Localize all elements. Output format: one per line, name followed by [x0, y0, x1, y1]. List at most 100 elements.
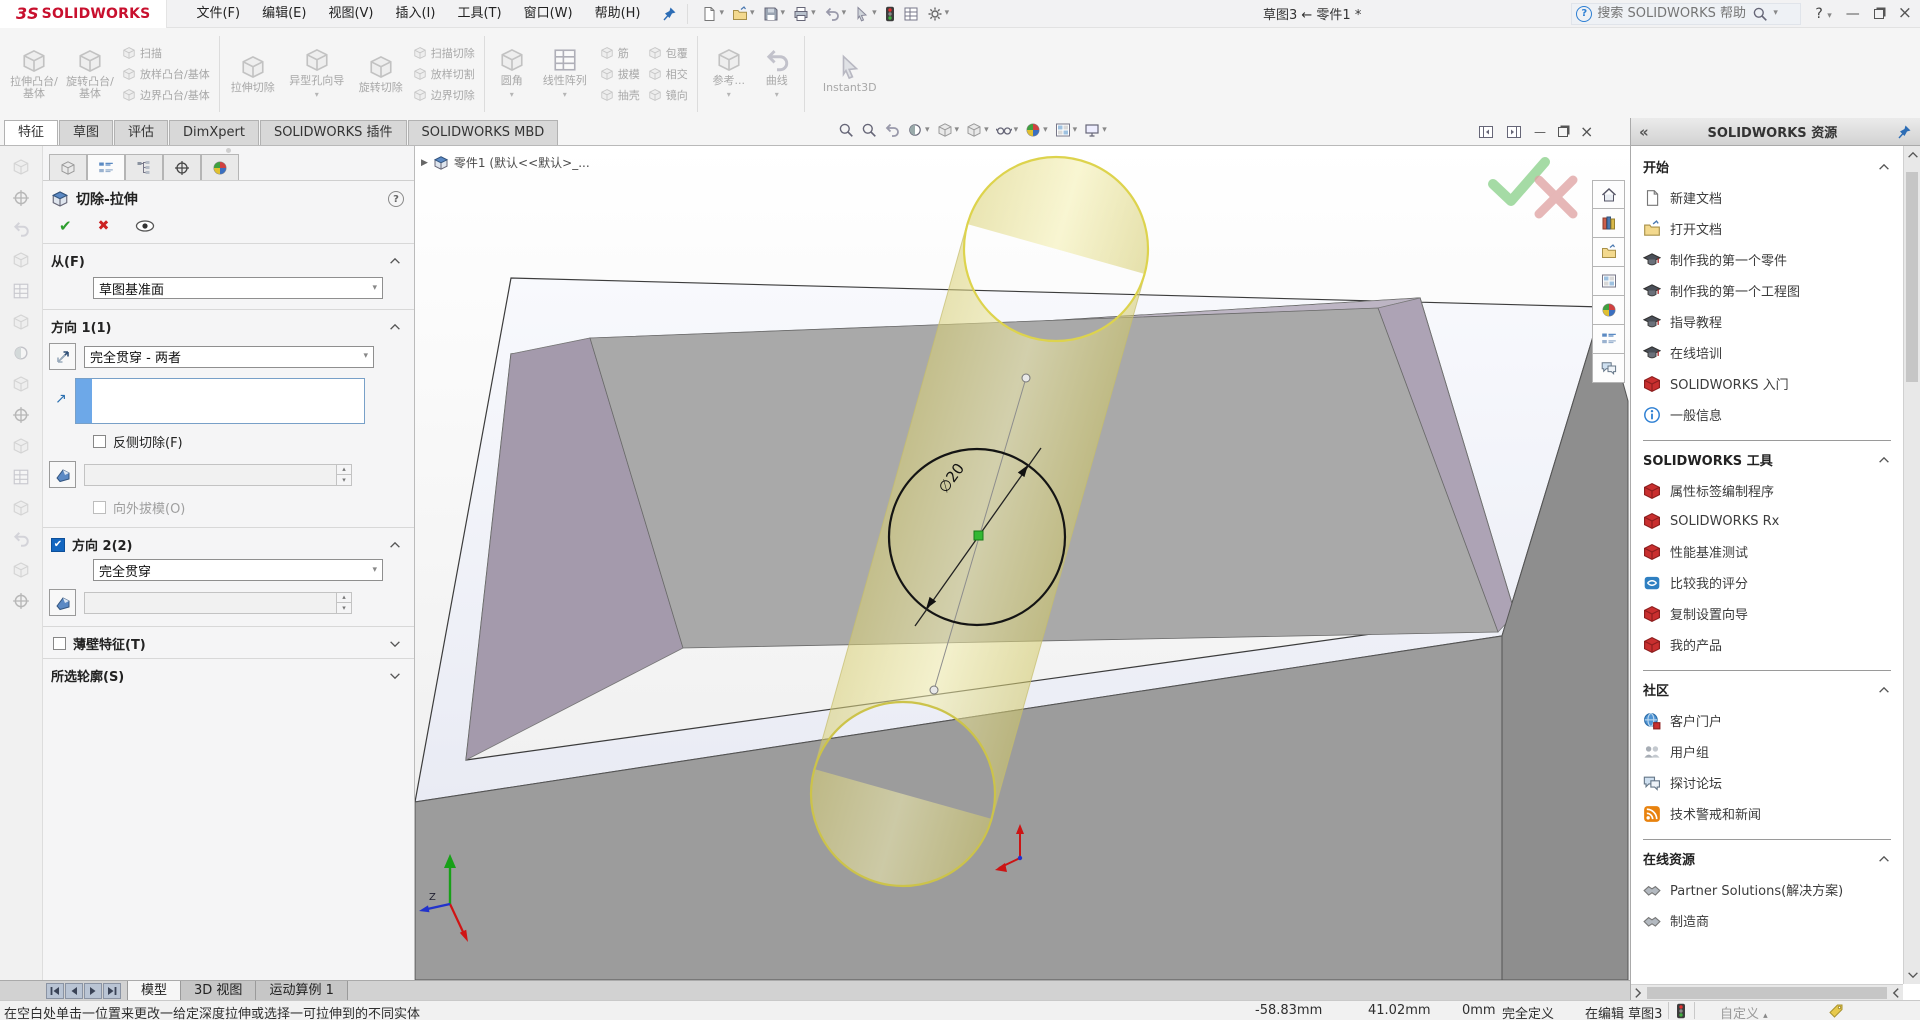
link-copy-settings-wizard[interactable]: 复制设置向导 [1631, 598, 1903, 629]
link-partner-solutions[interactable]: Partner Solutions(解决方案) [1631, 874, 1903, 905]
tab-sketch[interactable]: 草图 [59, 120, 113, 145]
new-document-button[interactable]: ▾ [698, 4, 727, 24]
edit-appearance-icon[interactable]: ▾ [1025, 122, 1048, 138]
previous-view-icon[interactable] [884, 122, 900, 138]
wrap-button[interactable]: 包覆 [648, 45, 688, 61]
link-introducing-solidworks[interactable]: SOLIDWORKS 入门 [1631, 368, 1903, 399]
tab-file-explorer[interactable] [1592, 238, 1625, 267]
task-pane-vertical-scrollbar[interactable] [1903, 146, 1920, 984]
options-button[interactable]: ▾ [924, 4, 953, 24]
link-performance-benchmark[interactable]: 性能基准测试 [1631, 536, 1903, 567]
section-selected-contours[interactable]: 所选轮廓(S) [43, 659, 414, 690]
section-direction1[interactable]: 方向 1(1) [43, 310, 414, 341]
flyout-arrow-icon[interactable]: ▶ [421, 158, 428, 168]
link-user-groups[interactable]: 用户组 [1631, 736, 1903, 767]
direction1-selection-box[interactable] [75, 378, 365, 424]
file-properties-button[interactable] [900, 4, 922, 24]
search-box[interactable]: ? ▾ [1571, 3, 1801, 25]
previous-tab-button[interactable] [65, 983, 83, 999]
select-button[interactable]: ▾ [851, 4, 880, 24]
menu-pin-icon[interactable] [661, 6, 677, 22]
lofted-boss-button[interactable]: 放样凸台/基体 [122, 66, 210, 82]
search-scope-caret-icon[interactable]: ▾ [1773, 9, 1778, 18]
chevron-up-icon[interactable] [388, 320, 402, 334]
tab-dimxpert-manager[interactable] [163, 154, 201, 180]
panel-splitter[interactable] [43, 146, 414, 154]
chevron-up-icon[interactable] [1877, 852, 1891, 866]
menu-view[interactable]: 视图(V) [317, 0, 384, 28]
left-toolbar-icon[interactable] [12, 344, 30, 362]
link-online-training[interactable]: 在线培训 [1631, 337, 1903, 368]
chevron-up-icon[interactable] [1877, 453, 1891, 467]
link-tutorials[interactable]: 指导教程 [1631, 306, 1903, 337]
rebuild-button[interactable] [882, 4, 898, 24]
zoom-fit-icon[interactable] [838, 122, 854, 138]
left-toolbar-icon[interactable] [12, 313, 30, 331]
task-pane-horizontal-scrollbar[interactable] [1631, 984, 1903, 1000]
hole-wizard-button[interactable]: 异型孔向导▾ [281, 47, 353, 101]
view-settings-icon[interactable]: ▾ [1084, 122, 1107, 138]
menu-help[interactable]: 帮助(H) [584, 0, 652, 28]
restore-button[interactable] [1874, 9, 1884, 19]
tab-3d-views[interactable]: 3D 视图 [181, 981, 256, 1000]
left-toolbar-icon[interactable] [12, 158, 30, 176]
scrollbar-thumb[interactable] [1906, 172, 1918, 382]
draft-angle-stepper[interactable]: ▴▾ [336, 464, 352, 486]
section-view-icon[interactable]: ▾ [907, 122, 930, 138]
link-new-document[interactable]: 新建文档 [1631, 182, 1903, 213]
rib-button[interactable]: 筋 [600, 45, 640, 61]
tab-design-library[interactable] [1592, 209, 1625, 238]
show-preview-icon[interactable] [135, 219, 155, 233]
link-make-first-drawing[interactable]: 制作我的第一个工程图 [1631, 275, 1903, 306]
minimize-button[interactable]: — [1846, 7, 1860, 21]
menu-file[interactable]: 文件(F) [185, 0, 251, 28]
cancel-button[interactable]: ✖ [98, 218, 110, 234]
link-my-products[interactable]: 我的产品 [1631, 629, 1903, 660]
tab-custom-properties[interactable] [1592, 325, 1625, 354]
left-toolbar-icon[interactable] [12, 499, 30, 517]
tab-appearances-scenes[interactable] [1592, 296, 1625, 325]
zoom-area-icon[interactable] [861, 122, 877, 138]
tab-view-palette[interactable] [1592, 267, 1625, 296]
search-icon[interactable] [1752, 6, 1768, 22]
tab-motion-study[interactable]: 运动算例 1 [256, 981, 347, 1000]
extruded-cut-button[interactable]: 拉伸切除 [225, 54, 281, 94]
chevron-up-icon[interactable] [1877, 683, 1891, 697]
coincident-relation-marker[interactable] [974, 531, 983, 540]
draft-button[interactable]: 拔模 [600, 66, 640, 82]
undo-button[interactable]: ▾ [821, 4, 850, 24]
fillet-button[interactable]: 圆角▾ [490, 47, 534, 101]
axis-handle[interactable] [930, 686, 938, 694]
direction2-checkbox-checked[interactable]: ✔ [51, 538, 65, 552]
scrollbar-thumb[interactable] [1647, 987, 1887, 999]
tab-feature-tree[interactable] [49, 154, 87, 180]
boundary-boss-button[interactable]: 边界凸台/基体 [122, 87, 210, 103]
menu-edit[interactable]: 编辑(E) [251, 0, 317, 28]
flip-side-to-cut-checkbox[interactable]: 反侧切除(F) [93, 432, 406, 451]
reference-geometry-button[interactable]: 参考...▾ [703, 47, 755, 101]
link-make-first-part[interactable]: 制作我的第一个零件 [1631, 244, 1903, 275]
doc-close-button[interactable]: × [1580, 122, 1593, 141]
draft-on-off-button[interactable] [49, 589, 76, 616]
open-document-button[interactable]: ▾ [729, 4, 758, 24]
menu-window[interactable]: 窗口(W) [513, 0, 584, 28]
chevron-down-icon[interactable] [388, 669, 402, 683]
scroll-right-icon[interactable] [1889, 986, 1903, 1000]
scroll-down-icon[interactable] [1904, 966, 1920, 984]
ok-button[interactable]: ✔ [59, 217, 72, 235]
units-selector[interactable]: 自定义 ▴ [1720, 1003, 1768, 1020]
doc-minimize-button[interactable]: — [1534, 125, 1546, 139]
start-condition-dropdown[interactable]: 草图基准面▾ [93, 277, 383, 299]
left-toolbar-icon[interactable] [12, 251, 30, 269]
link-compare-my-score[interactable]: 比较我的评分 [1631, 567, 1903, 598]
link-manufacturers[interactable]: 制造商 [1631, 905, 1903, 936]
lofted-cut-button[interactable]: 放样切割 [413, 66, 475, 82]
section-getting-started[interactable]: 开始 [1631, 148, 1903, 182]
left-toolbar-icon[interactable] [12, 561, 30, 579]
tab-evaluate[interactable]: 评估 [114, 120, 168, 145]
section-solidworks-tools[interactable]: SOLIDWORKS 工具 [1631, 441, 1903, 475]
link-open-document[interactable]: 打开文档 [1631, 213, 1903, 244]
reverse-direction-button[interactable] [49, 343, 76, 370]
next-tab-button[interactable] [84, 983, 102, 999]
print-button[interactable]: ▾ [790, 4, 819, 24]
